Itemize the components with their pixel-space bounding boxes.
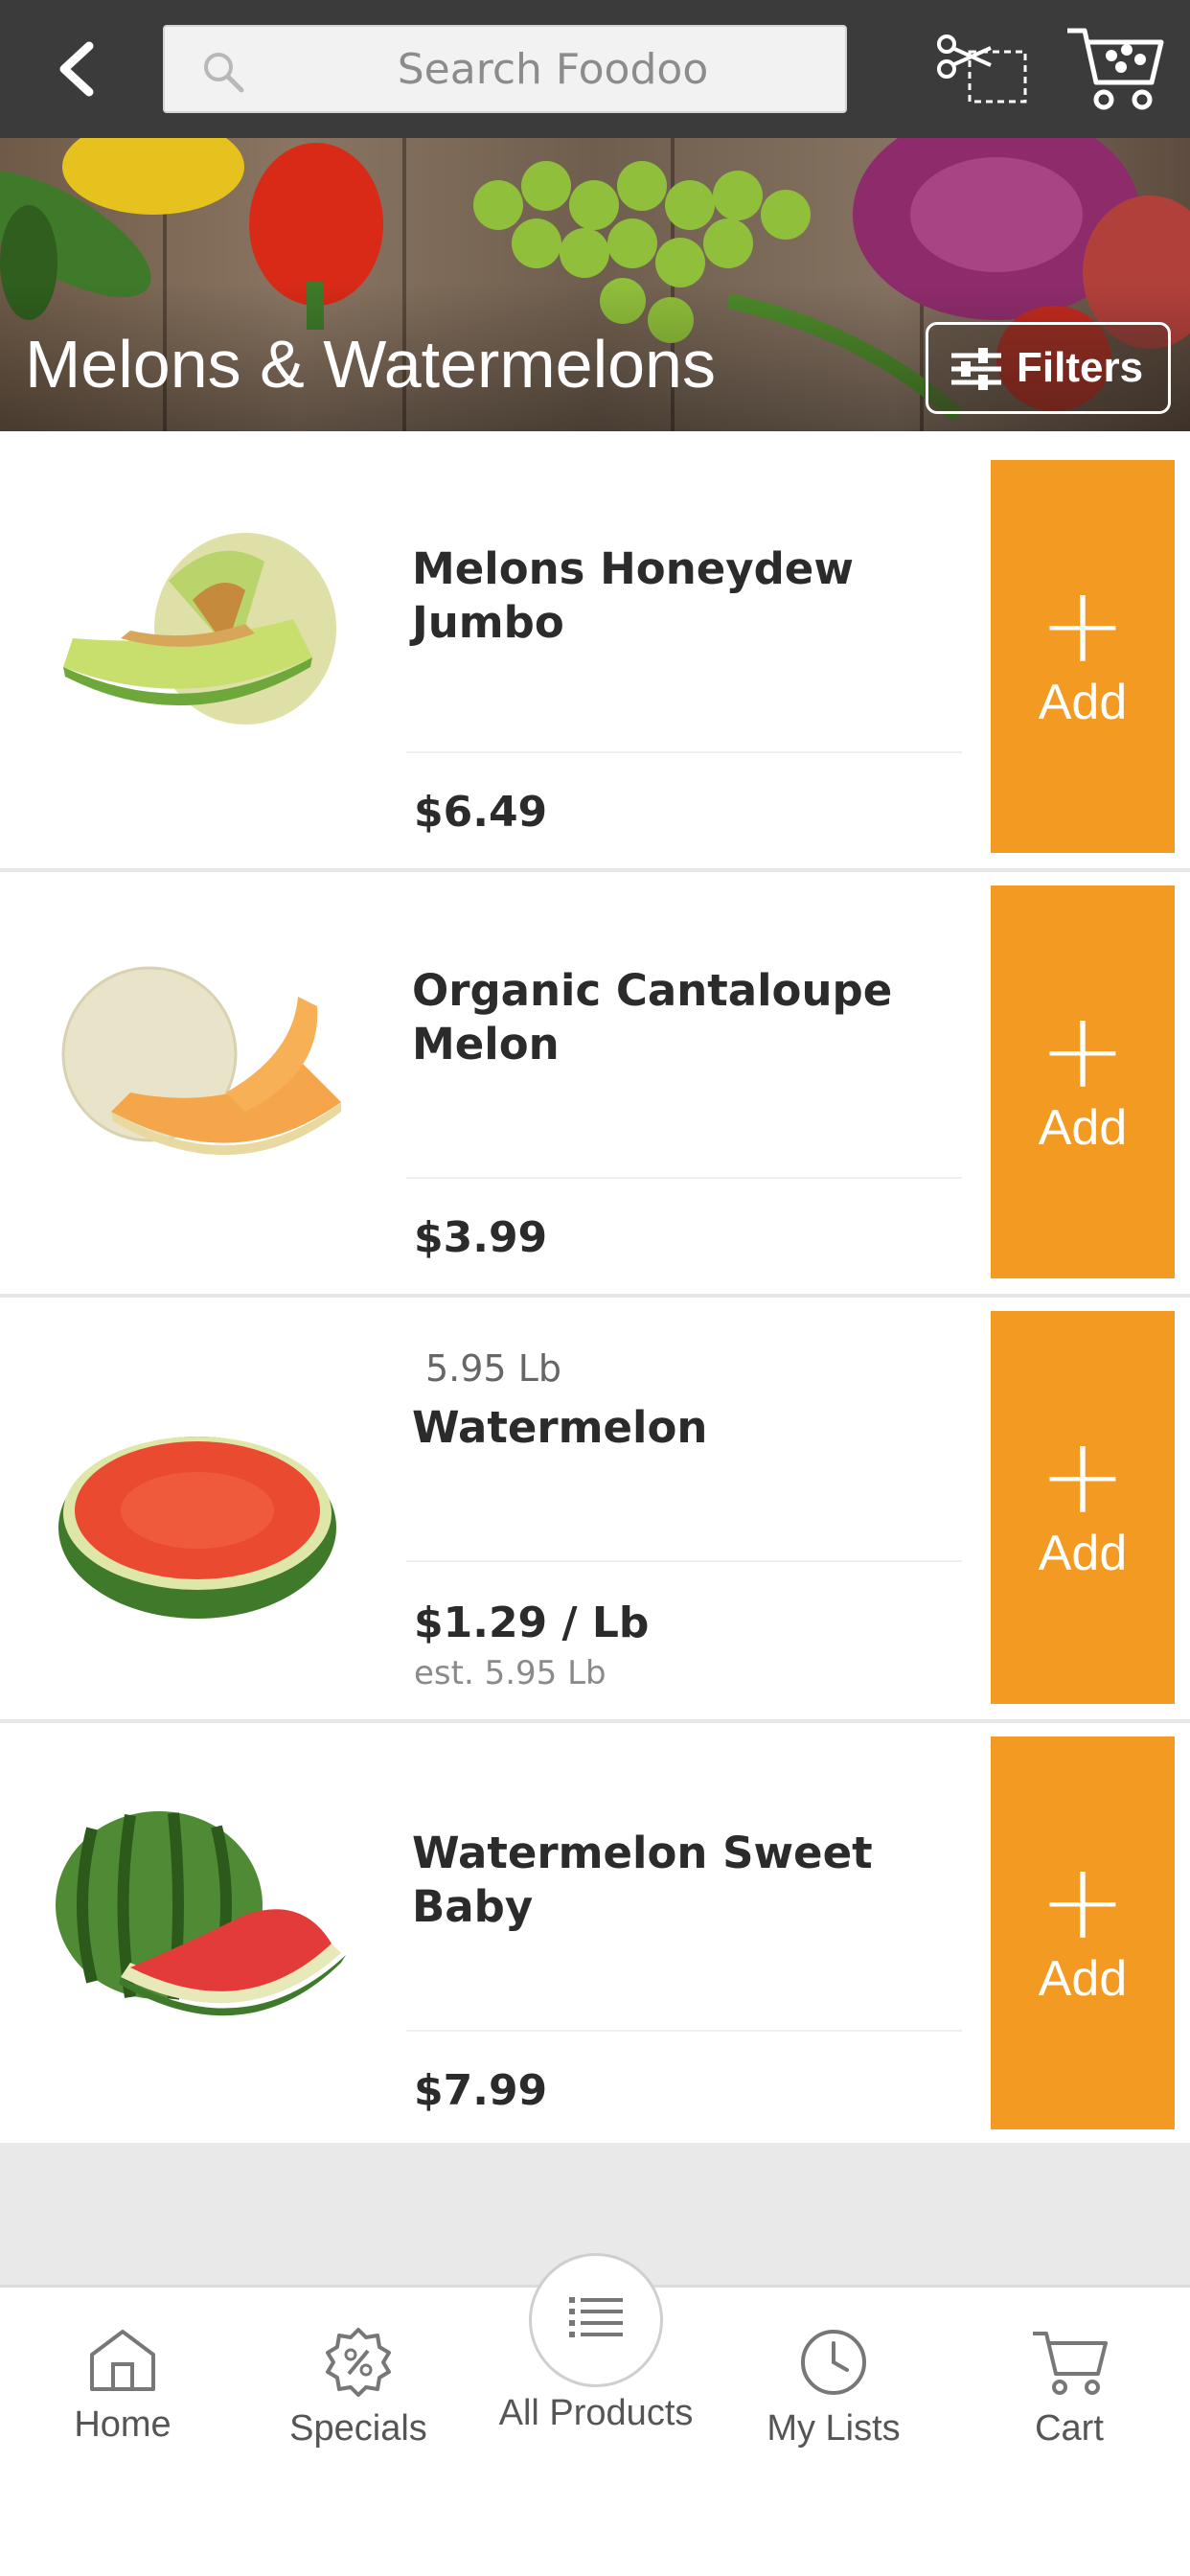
category-banner: Melons & Watermelons Filters <box>0 138 1190 431</box>
home-icon <box>90 2330 155 2391</box>
cantaloupe-melon-image <box>61 966 341 1156</box>
nav-label: Home <box>74 2404 172 2445</box>
add-button-label: Add <box>1038 675 1128 730</box>
product-price: $1.29 / Lb <box>414 1598 650 1647</box>
list-icon <box>569 2297 623 2337</box>
add-button-label: Add <box>1038 1100 1128 1156</box>
product-divider <box>406 2030 962 2032</box>
plus-icon: + <box>1038 1840 1128 1963</box>
nav-specials[interactable]: Specials <box>253 2316 464 2489</box>
shopping-cart-icon <box>1067 28 1164 110</box>
estimated-weight: est. 5.95 Lb <box>414 1654 606 1692</box>
product-price: $6.49 <box>414 788 548 837</box>
search-box[interactable] <box>163 25 847 113</box>
weight-tag: 5.95 Lb <box>425 1347 561 1390</box>
nav-label: My Lists <box>767 2408 901 2449</box>
search-icon <box>204 53 244 93</box>
product-divider <box>406 1560 962 1562</box>
cart-button-top[interactable] <box>1064 21 1171 117</box>
plus-icon: + <box>1038 1414 1128 1537</box>
nav-cart[interactable]: Cart <box>964 2316 1175 2489</box>
product-name: Watermelon Sweet Baby <box>412 1828 873 1932</box>
baby-watermelon-image <box>56 1811 346 2016</box>
product-name: Organic Cantaloupe Melon <box>412 965 893 1070</box>
filters-label: Filters <box>1017 344 1144 391</box>
nav-label: Cart <box>1035 2408 1104 2449</box>
plus-icon: + <box>1038 989 1128 1112</box>
top-bar <box>0 0 1190 138</box>
cart-icon <box>1033 2332 1108 2395</box>
honeydew-melon-image <box>63 533 336 724</box>
chevron-left-icon <box>59 41 94 97</box>
nav-label: Specials <box>289 2408 427 2449</box>
nav-label[interactable]: All Products <box>479 2393 713 2434</box>
add-button-label: Add <box>1038 1951 1128 2007</box>
scissors-coupon-icon <box>937 34 1027 104</box>
product-divider <box>406 751 962 753</box>
category-title: Melons & Watermelons <box>25 327 716 402</box>
sliders-icon <box>951 348 1001 390</box>
add-button[interactable]: + Add <box>991 460 1175 853</box>
back-button[interactable] <box>38 29 115 109</box>
percent-badge-icon <box>326 2328 391 2397</box>
add-button[interactable]: + Add <box>991 886 1175 1278</box>
search-input[interactable] <box>270 27 835 111</box>
plus-icon: + <box>1038 564 1128 686</box>
product-divider <box>406 1177 962 1179</box>
product-name: Melons Honeydew Jumbo <box>412 543 854 648</box>
nav-my-lists[interactable]: My Lists <box>728 2316 939 2489</box>
add-button[interactable]: + Add <box>991 1736 1175 2129</box>
product-card[interactable]: Watermelon Sweet Baby $7.99 + Add <box>0 1723 1190 2145</box>
watermelon-half-image <box>58 1437 336 1619</box>
product-price: $7.99 <box>414 2066 548 2115</box>
clock-icon <box>801 2330 866 2395</box>
nav-all-products[interactable] <box>529 2253 663 2387</box>
product-card[interactable]: Organic Cantaloupe Melon $3.99 + Add <box>0 872 1190 1298</box>
bottom-nav: Home Specials All Products My Lists Cart <box>0 2253 1190 2576</box>
add-button-label: Add <box>1038 1526 1128 1581</box>
product-card[interactable]: Melons Honeydew Jumbo $6.49 + Add <box>0 447 1190 872</box>
product-card[interactable]: 5.95 Lb Watermelon $1.29 / Lb est. 5.95 … <box>0 1298 1190 1723</box>
nav-home[interactable]: Home <box>17 2316 228 2489</box>
filters-button[interactable]: Filters <box>926 322 1171 414</box>
add-button[interactable]: + Add <box>991 1311 1175 1704</box>
product-price: $3.99 <box>414 1213 548 1262</box>
product-name: Watermelon <box>412 1402 708 1453</box>
coupon-button[interactable] <box>935 27 1031 113</box>
